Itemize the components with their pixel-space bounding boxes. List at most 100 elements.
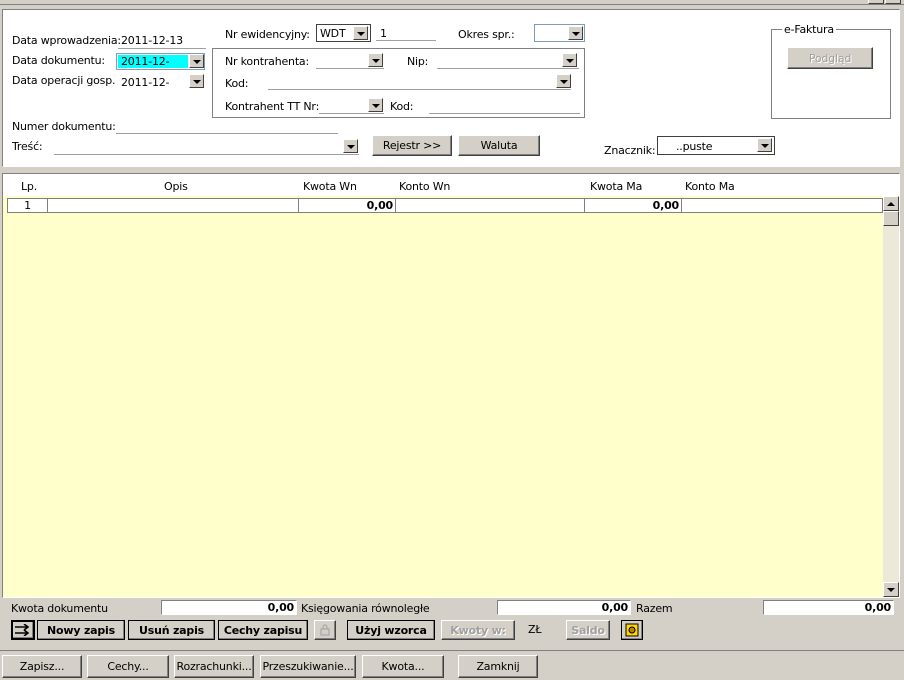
okres-select[interactable] <box>534 24 585 42</box>
cechy-zapisu-label: Cechy zapisu <box>223 623 303 637</box>
tresc-label: Treść: <box>12 140 43 153</box>
rozrachunki-button[interactable]: Rozrachunki... <box>174 655 254 678</box>
kod2-input[interactable] <box>429 98 580 114</box>
zapisz-button[interactable]: Zapisz... <box>2 655 82 678</box>
uzyj-wzorca-button[interactable]: Użyj wzorca <box>347 620 435 640</box>
ksiegowania-value: 0,00 <box>497 600 631 615</box>
title-bar <box>0 0 904 5</box>
tresc-dropdown-icon[interactable] <box>343 139 358 153</box>
cell-lp[interactable]: 1 <box>8 199 48 212</box>
cell-kwota-wn[interactable]: 0,00 <box>299 199 396 212</box>
cell-konto-wn[interactable] <box>396 199 585 212</box>
waluta-button[interactable]: Waluta <box>458 135 540 156</box>
kwota-button[interactable]: Kwota... <box>362 655 444 678</box>
cechy-label: Cechy... <box>107 660 149 673</box>
calculator-icon[interactable] <box>621 620 643 640</box>
column-opis[interactable]: Opis <box>164 180 188 193</box>
nr-ewidencyjny-label: Nr ewidencyjny: <box>225 28 310 41</box>
kwota-label: Kwota... <box>381 660 425 673</box>
zapisz-label: Zapisz... <box>19 660 65 673</box>
numer-dokumentu-input[interactable] <box>116 120 338 134</box>
kwota-dokumentu-value: 0,00 <box>161 600 297 615</box>
scroll-down-icon[interactable] <box>883 582 899 597</box>
saldo-label: Saldo <box>571 623 605 637</box>
column-lp[interactable]: Lp. <box>21 180 37 193</box>
nr-ewidencyjny-input[interactable]: 1 <box>376 27 436 41</box>
nr-kontrahenta-field[interactable] <box>316 53 384 69</box>
scroll-thumb[interactable] <box>883 211 899 226</box>
okres-label: Okres spr.: <box>458 28 515 41</box>
column-konto-ma[interactable]: Konto Ma <box>685 180 735 193</box>
nowy-zapis-button[interactable]: Nowy zapis <box>37 620 125 640</box>
razem-label: Razem <box>636 602 673 615</box>
nr-kontrahenta-dropdown-icon[interactable] <box>368 53 383 67</box>
data-dokumentu-input[interactable]: 2011-12- <box>118 55 188 68</box>
podglad-button-label: Podgląd <box>808 51 852 65</box>
nr-ewidencyjny-prefix-select[interactable]: WDT <box>316 24 371 42</box>
kwota-dokumentu-label: Kwota dokumentu <box>11 602 108 615</box>
grid-header: Lp. Opis Kwota Wn Konto Wn Kwota Ma Kont… <box>3 174 899 196</box>
waluta-button-label: Waluta <box>480 139 518 152</box>
cell-kwota-ma[interactable]: 0,00 <box>585 199 682 212</box>
znacznik-value: ..puste <box>676 140 713 153</box>
nr-ewidencyjny-prefix: WDT <box>320 27 346 40</box>
znacznik-dropdown-icon[interactable] <box>757 138 772 152</box>
kwoty-w-label: Kwoty w: <box>450 623 506 637</box>
column-kwota-ma[interactable]: Kwota Ma <box>590 180 642 193</box>
znacznik-select[interactable]: ..puste <box>657 136 775 155</box>
kontrahent-tt-dropdown-icon[interactable] <box>368 98 383 112</box>
cechy-button[interactable]: Cechy... <box>87 655 169 678</box>
data-operacji-dropdown-icon[interactable] <box>189 74 204 88</box>
nr-ewidencyjny-dropdown-icon[interactable] <box>353 26 368 40</box>
data-dokumentu-field[interactable]: 2011-12- <box>116 53 205 70</box>
numer-dokumentu-label: Numer dokumentu: <box>12 120 116 133</box>
podglad-button[interactable]: Podgląd <box>787 47 873 69</box>
data-operacji-label: Data operacji gosp.: <box>12 74 119 87</box>
kod-dropdown-icon[interactable] <box>556 74 571 88</box>
zamknij-button[interactable]: Zamknij <box>458 655 538 678</box>
kwoty-w-button[interactable]: Kwoty w: <box>441 620 515 640</box>
nr-kontrahenta-label: Nr kontrahenta: <box>225 55 309 68</box>
nowy-zapis-label: Nowy zapis <box>47 623 115 637</box>
navigate-arrows-icon[interactable] <box>11 620 35 640</box>
entries-grid[interactable]: Lp. Opis Kwota Wn Konto Wn Kwota Ma Kont… <box>2 173 900 598</box>
okres-dropdown-icon[interactable] <box>568 26 583 40</box>
nip-dropdown-icon[interactable] <box>562 53 577 67</box>
data-wprowadzenia-value: 2011-12-13 <box>118 34 206 49</box>
zamknij-label: Zamknij <box>476 660 520 673</box>
close-button[interactable] <box>885 0 901 4</box>
table-row[interactable]: 1 0,00 0,00 <box>7 198 883 213</box>
vertical-scrollbar[interactable] <box>883 196 899 597</box>
przeszukiwanie-label: Przeszukiwanie... <box>262 660 354 673</box>
efaktura-group <box>771 29 891 119</box>
usun-zapis-label: Usuń zapis <box>139 623 204 637</box>
data-dokumentu-label: Data dokumentu: <box>12 54 105 67</box>
maximize-button[interactable] <box>868 0 884 4</box>
przeszukiwanie-button[interactable]: Przeszukiwanie... <box>260 655 356 678</box>
ksiegowania-label: Księgowania równoległe <box>301 602 430 615</box>
rejestr-button-label: Rejestr >> <box>382 139 442 152</box>
lock-icon[interactable] <box>314 620 336 640</box>
currency-label: ZŁ <box>528 623 542 636</box>
kontrahent-tt-label: Kontrahent TT Nr: <box>225 100 320 113</box>
column-konto-wn[interactable]: Konto Wn <box>399 180 450 193</box>
kod-field[interactable] <box>268 74 571 90</box>
kod2-label: Kod: <box>390 100 414 113</box>
saldo-button[interactable]: Saldo <box>566 620 610 640</box>
data-dokumentu-dropdown-icon[interactable] <box>189 54 204 68</box>
column-kwota-wn[interactable]: Kwota Wn <box>303 180 357 193</box>
kod-label: Kod: <box>225 77 249 90</box>
usun-zapis-button[interactable]: Usuń zapis <box>128 620 215 640</box>
cechy-zapisu-button[interactable]: Cechy zapisu <box>218 620 308 640</box>
cell-opis[interactable] <box>48 199 299 212</box>
scroll-up-icon[interactable] <box>883 196 899 211</box>
uzyj-wzorca-label: Użyj wzorca <box>355 623 427 637</box>
nip-field[interactable] <box>437 53 579 69</box>
rejestr-button[interactable]: Rejestr >> <box>372 135 452 156</box>
data-operacji-input[interactable]: 2011-12- <box>121 76 170 89</box>
data-operacji-field[interactable]: 2011-12- <box>116 73 205 90</box>
cell-konto-ma[interactable] <box>682 199 882 212</box>
tresc-field[interactable] <box>54 138 359 155</box>
kontrahent-tt-field[interactable] <box>319 98 384 114</box>
bottom-separator <box>0 650 904 651</box>
